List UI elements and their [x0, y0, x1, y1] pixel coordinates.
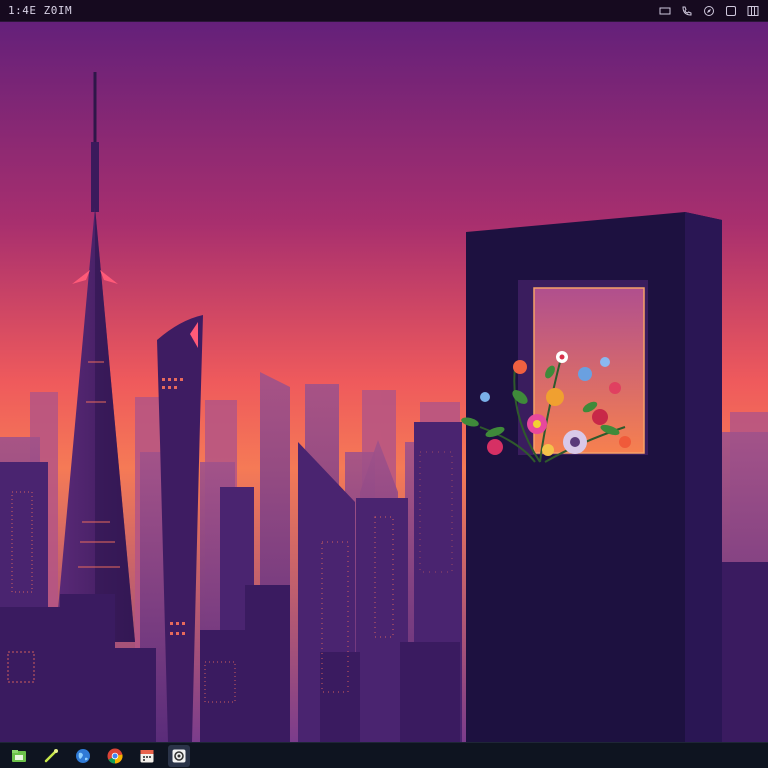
- files-app-icon[interactable]: [8, 745, 30, 767]
- pen-tool-app-icon[interactable]: [40, 745, 62, 767]
- settings-app-icon[interactable]: [168, 744, 190, 767]
- phone-icon[interactable]: [680, 4, 694, 18]
- taskbar: [0, 742, 768, 768]
- window-icon[interactable]: [724, 4, 738, 18]
- grid-icon[interactable]: [746, 4, 760, 18]
- monolith: [466, 212, 722, 742]
- desktop-wallpaper: [0, 22, 768, 742]
- system-tray: [658, 4, 760, 18]
- chrome-browser-icon[interactable]: [104, 745, 126, 767]
- compass-icon[interactable]: [702, 4, 716, 18]
- top-bar: 1:4E Z0IM: [0, 0, 768, 22]
- screen-icon[interactable]: [658, 4, 672, 18]
- globe-app-icon[interactable]: [72, 745, 94, 767]
- clock[interactable]: 1:4E Z0IM: [8, 4, 72, 17]
- calendar-app-icon[interactable]: [136, 745, 158, 767]
